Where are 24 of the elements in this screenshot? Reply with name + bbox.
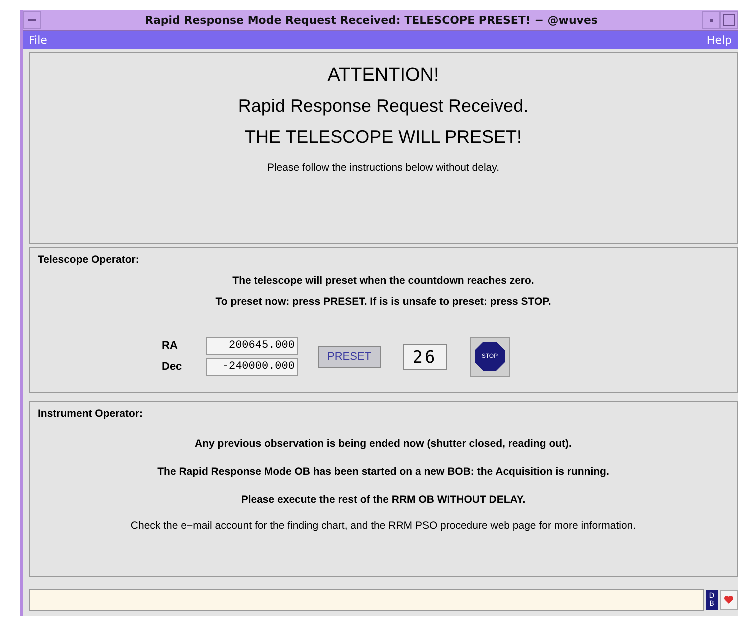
window-title: Rapid Response Mode Request Received: TELESCOPE PRESET! − @wuves (144, 14, 599, 26)
coordinate-field[interactable]: -240000.000 (206, 358, 298, 376)
field-label: Dec (162, 361, 184, 373)
instruction-text: To preset now: press PRESET. If is is unsafe to preset: press STOP. (214, 296, 552, 308)
panel-title: Instrument Operator: (38, 408, 144, 420)
countdown-display: 26 (403, 344, 447, 370)
instruction-text: The telescope will preset when the countdown reaches zero. (232, 275, 536, 287)
panel-title: Telescope Operator: (38, 254, 140, 266)
coordinate-field[interactable]: 200645.000 (206, 337, 298, 355)
maximize-icon[interactable] (720, 11, 738, 29)
instruction-note: Please follow the instructions below without delay. (267, 162, 500, 174)
window-menu-icon[interactable] (23, 11, 41, 29)
instruction-text: Please execute the rest of the RRM OB WITHOUT DELAY. (240, 494, 527, 506)
menu-item[interactable]: Help (706, 34, 732, 46)
preset-warning: THE TELESCOPE WILL PRESET! (244, 127, 522, 148)
field-label: RA (162, 340, 179, 352)
instruction-text: Any previous observation is being ended now (shutter closed, reading out). (194, 438, 573, 450)
preset-button[interactable]: PRESET (318, 346, 381, 368)
attention-heading: ATTENTION! (328, 65, 440, 87)
instruction-text: The Rapid Response Mode OB has been started on a new BOB: the Acquisition is running. (156, 466, 610, 478)
minimize-icon[interactable] (702, 11, 720, 29)
info-note: Check the e−mail account for the finding chart, and the RRM PSO procedure web page for more information. (130, 520, 638, 532)
menu-item[interactable]: File (29, 34, 48, 46)
request-message: Rapid Response Request Received. (238, 96, 529, 117)
